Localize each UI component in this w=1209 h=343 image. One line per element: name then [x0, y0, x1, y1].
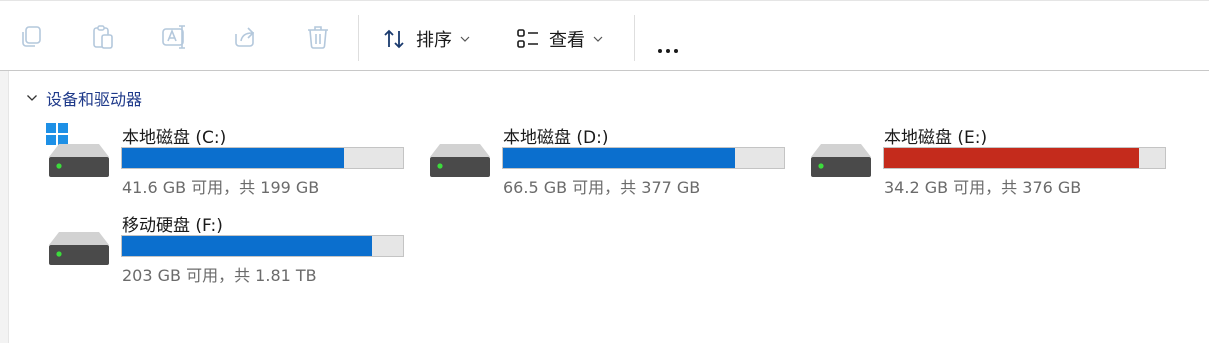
toolbar-separator [358, 15, 359, 61]
chevron-down-icon [460, 36, 470, 42]
drive-usage-fill [503, 148, 735, 168]
drive-free-space: 66.5 GB 可用，共 377 GB [503, 178, 701, 197]
more-options-button[interactable] [658, 38, 682, 57]
sort-button[interactable]: 排序 [382, 23, 470, 55]
drive-tile[interactable]: 移动硬盘 (F:) 203 GB 可用，共 1.81 TB [46, 211, 406, 291]
drive-tile[interactable]: 本地磁盘 (E:) 34.2 GB 可用，共 376 GB [808, 123, 1168, 203]
drive-name: 本地磁盘 (D:) [503, 128, 609, 148]
drive-name: 本地磁盘 (C:) [122, 128, 227, 148]
drive-icon [808, 123, 874, 183]
toolbar-separator [634, 15, 635, 61]
drive-free-space: 203 GB 可用，共 1.81 TB [122, 266, 317, 285]
chevron-down-icon [27, 95, 37, 101]
view-button[interactable]: 查看 [515, 23, 603, 55]
view-label: 查看 [549, 30, 585, 51]
drive-usage-fill [122, 148, 345, 168]
group-header-devices[interactable]: 设备和驱动器 [26, 87, 142, 109]
paste-icon [93, 25, 113, 49]
drive-free-space: 41.6 GB 可用，共 199 GB [122, 178, 320, 197]
sort-icon [384, 29, 404, 49]
drive-usage-bar [883, 147, 1166, 169]
drive-tile[interactable]: 本地磁盘 (C:) 41.6 GB 可用，共 199 GB [46, 123, 406, 203]
drive-usage-bar [502, 147, 785, 169]
navigation-pane-edge[interactable] [0, 71, 9, 343]
chevron-down-icon [593, 36, 603, 42]
command-bar: 排序 查看 [0, 0, 1209, 71]
group-title: 设备和驱动器 [46, 90, 143, 109]
drive-name: 本地磁盘 (E:) [884, 128, 988, 148]
drive-usage-bar [121, 235, 404, 257]
more-icon [658, 49, 662, 53]
windows-logo-icon [46, 123, 68, 145]
share-button[interactable] [232, 23, 262, 53]
delete-button[interactable] [304, 23, 334, 53]
copy-icon [22, 26, 41, 47]
delete-icon [308, 26, 328, 49]
sort-label: 排序 [416, 30, 452, 51]
drive-usage-bar [121, 147, 404, 169]
drive-usage-fill [122, 236, 373, 256]
paste-button[interactable] [89, 23, 119, 53]
drive-tile[interactable]: 本地磁盘 (D:) 66.5 GB 可用，共 377 GB [427, 123, 787, 203]
drive-usage-fill [884, 148, 1140, 168]
drive-icon [427, 123, 493, 183]
share-icon [235, 27, 255, 47]
copy-button[interactable] [17, 23, 47, 53]
drive-free-space: 34.2 GB 可用，共 376 GB [884, 178, 1082, 197]
drive-name: 移动硬盘 (F:) [122, 216, 223, 236]
view-icon [517, 29, 538, 48]
drive-icon [46, 123, 112, 183]
drive-icon [46, 211, 112, 271]
rename-button[interactable] [160, 23, 190, 53]
rename-icon [162, 25, 185, 49]
